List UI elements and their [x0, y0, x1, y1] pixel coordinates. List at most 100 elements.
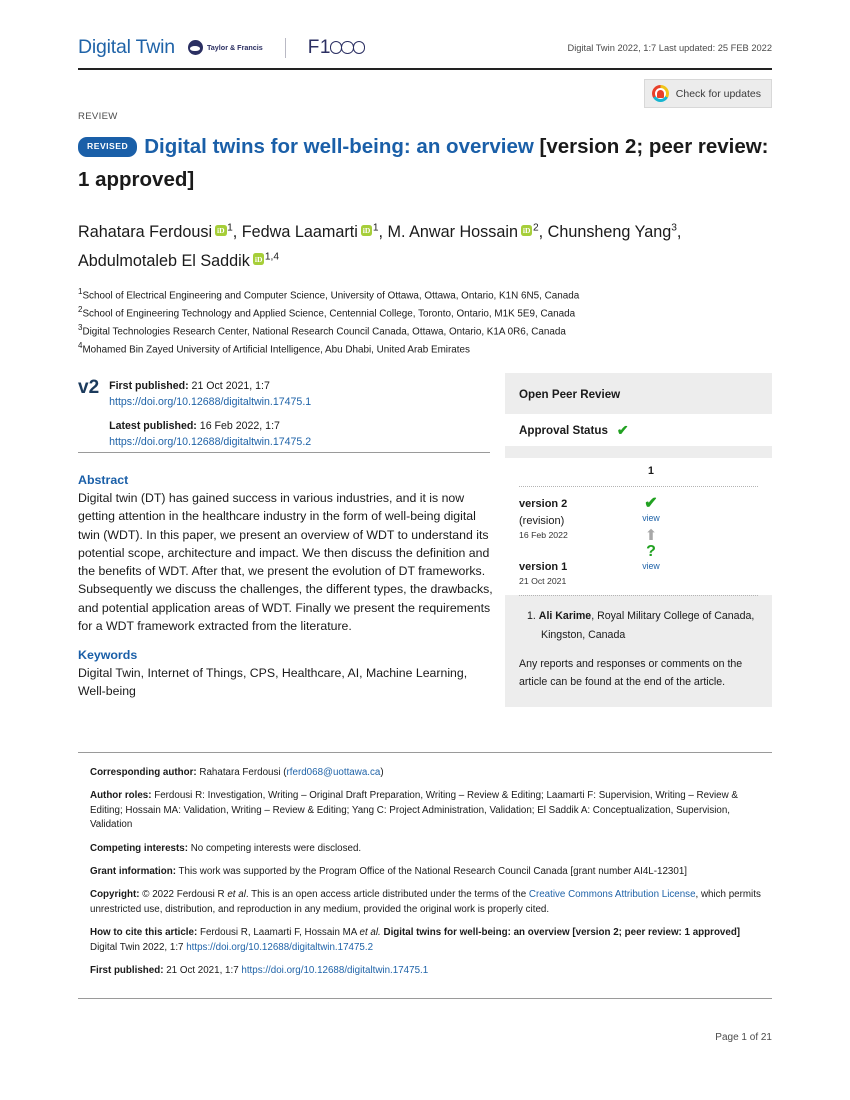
revised-badge: REVISED — [78, 136, 138, 158]
first-published-doi-link[interactable]: https://doi.org/10.12688/digitaltwin.174… — [109, 394, 311, 410]
version-1-name: version 1 — [519, 560, 568, 573]
approval-table: 1 version 2 (revision) 16 Feb 2022 versi… — [505, 458, 772, 596]
approval-status-row: Approval Status ✔ — [505, 414, 772, 446]
cite-etal: et al. — [359, 927, 381, 939]
version-2-green-check-icon: ✔ — [644, 495, 658, 512]
author-name[interactable]: Chunsheng Yang — [548, 223, 672, 241]
version-1-view-link[interactable]: view — [623, 560, 679, 573]
peer-review-footer: 1. Ali Karime, Royal Military College of… — [505, 595, 772, 707]
first-published-footer-doi-link[interactable]: https://doi.org/10.12688/digitaltwin.174… — [241, 965, 428, 976]
crossmark-inner-icon — [656, 89, 664, 98]
affiliation-list: 1School of Electrical Engineering and Co… — [78, 286, 778, 358]
taylor-francis-logo-text: Taylor & Francis — [206, 43, 263, 52]
keywords-heading: Keywords — [78, 648, 138, 662]
taylor-francis-logo: Taylor & Francis — [187, 40, 263, 55]
version-2-date: 16 Feb 2022 — [519, 530, 568, 540]
page-number: Page 1 of 21 — [715, 1032, 772, 1043]
copyright-etal: et al — [227, 889, 246, 901]
affiliation-item: 4Mohamed Bin Zayed University of Artific… — [78, 340, 778, 358]
taylor-francis-mark-icon — [187, 40, 203, 55]
first-published-footer-label: First published: — [90, 964, 164, 976]
corresponding-author-label: Corresponding author: — [90, 767, 197, 778]
publication-info: v2 First published: 21 Oct 2021, 1:7 htt… — [78, 377, 490, 450]
cite-doi-link[interactable]: https://doi.org/10.12688/digitaltwin.174… — [186, 942, 373, 953]
logo-divider — [284, 37, 286, 58]
reviewer-entry: 1. Ali Karime, Royal Military College of… — [527, 596, 758, 643]
version-2-view-link[interactable]: view — [623, 512, 679, 525]
version-1-date: 21 Oct 2021 — [519, 576, 567, 587]
version-tag: v2 — [78, 377, 100, 398]
up-arrow-icon: ⬆ — [644, 527, 658, 545]
license-link[interactable]: Creative Commons Attribution License — [529, 889, 696, 900]
metadata-top-rule — [78, 752, 772, 754]
masthead-logos: Digital Twin Taylor & Francis F1 — [78, 36, 366, 59]
author-affiliation-marker: 1,4 — [264, 251, 280, 263]
grant-information-text: This work was supported by the Program O… — [176, 865, 687, 877]
author-name[interactable]: Abdulmotaleb El Saddik — [78, 252, 250, 270]
grant-information-line: Grant information: This work was support… — [90, 865, 762, 879]
abstract-section: Abstract Digital twin (DT) has gained su… — [78, 473, 498, 635]
copyright-text-1: © 2022 Ferdousi R — [139, 889, 228, 901]
cite-title: Digital twins for well-being: an overvie… — [380, 927, 741, 939]
first-published-line: First published: 21 Oct 2021, 1:7 — [109, 378, 311, 394]
orcid-icon[interactable] — [252, 253, 265, 266]
reviewer-column-header: 1 — [648, 465, 654, 477]
reviewer-number: 1. — [527, 610, 536, 623]
cite-journal: Digital Twin 2022, 1:7 — [90, 941, 187, 953]
corresponding-author-line: Corresponding author: Rahatara Ferdousi … — [90, 766, 762, 780]
affiliation-item: 2School of Engineering Technology and Ap… — [78, 304, 778, 322]
version-labels: version 2 (revision) 16 Feb 2022 version… — [519, 496, 623, 589]
corresponding-author-close: ) — [380, 767, 384, 778]
latest-published-label: Latest published: — [109, 420, 197, 433]
author-name[interactable]: Rahatara Ferdousi — [78, 223, 212, 241]
author-affiliation-marker: 3 — [671, 222, 677, 234]
orcid-icon[interactable] — [360, 224, 373, 237]
version-2-qualifier: (revision) — [519, 514, 565, 527]
first-published-footer-line: First published: 21 Oct 2021, 1:7 https:… — [90, 964, 762, 978]
author-name[interactable]: Fedwa Laamarti — [242, 223, 358, 241]
orcid-icon[interactable] — [520, 224, 533, 237]
journal-title: Digital Twin — [78, 36, 175, 58]
peer-review-panel-title: Open Peer Review — [519, 388, 621, 401]
version-1-green-question-icon: ? — [646, 543, 656, 561]
journal-citation-line: Digital Twin 2022, 1:7 Last updated: 25 … — [567, 42, 773, 53]
first-published-value: 21 Oct 2021, 1:7 — [191, 380, 270, 392]
copyright-label: Copyright: — [90, 889, 140, 901]
article-page: Digital Twin Taylor & Francis F1 Digital… — [0, 0, 850, 1100]
grant-information-label: Grant information: — [90, 865, 176, 877]
f1000-circle-icon — [352, 41, 366, 54]
affiliation-text: School of Engineering Technology and App… — [82, 308, 576, 320]
author-affiliation-marker: 1 — [227, 222, 233, 234]
copyright-text-2: . This is an open access article distrib… — [245, 889, 529, 901]
competing-interests-line: Competing interests: No competing intere… — [90, 842, 762, 856]
masthead: Digital Twin Taylor & Francis F1 Digital… — [78, 36, 772, 59]
header-rule — [78, 68, 772, 70]
how-to-cite-line: How to cite this article: Ferdousi R, La… — [90, 926, 762, 955]
author-name[interactable]: M. Anwar Hossain — [388, 223, 518, 241]
table-header-spacer — [519, 465, 623, 477]
latest-published-doi-link[interactable]: https://doi.org/10.12688/digitaltwin.174… — [109, 434, 311, 450]
green-check-icon: ✔ — [616, 422, 629, 438]
check-for-updates-button[interactable]: Check for updates — [643, 79, 772, 108]
version-statuses: ✔ view ⬆ ? view — [623, 496, 679, 589]
article-title: REVISED Digital twins for well-being: an … — [78, 130, 778, 196]
author-roles-text: Ferdousi R: Investigation, Writing – Ori… — [90, 790, 738, 831]
keywords-text: Digital Twin, Internet of Things, CPS, H… — [78, 666, 468, 699]
orcid-icon[interactable] — [215, 224, 227, 237]
corresponding-author-email-link[interactable]: rferd068@uottawa.ca — [287, 767, 381, 778]
footer-rule — [78, 998, 772, 1000]
abstract-text: Digital twin (DT) has gained success in … — [78, 491, 493, 633]
publication-rule — [78, 452, 490, 454]
article-metadata: Corresponding author: Rahatara Ferdousi … — [90, 766, 762, 987]
author-affiliation-marker: 1 — [372, 222, 379, 234]
latest-published-value: 16 Feb 2022, 1:7 — [199, 420, 280, 433]
article-title-main: Digital twins for well-being: an overvie… — [144, 135, 534, 158]
affiliation-text: Mohamed Bin Zayed University of Artifici… — [82, 344, 470, 356]
how-to-cite-label: How to cite this article: — [90, 927, 198, 939]
check-for-updates-label: Check for updates — [675, 87, 761, 100]
competing-interests-text: No competing interests were disclosed. — [187, 842, 362, 854]
version-2-name: version 2 — [519, 498, 568, 510]
abstract-heading: Abstract — [78, 473, 129, 487]
